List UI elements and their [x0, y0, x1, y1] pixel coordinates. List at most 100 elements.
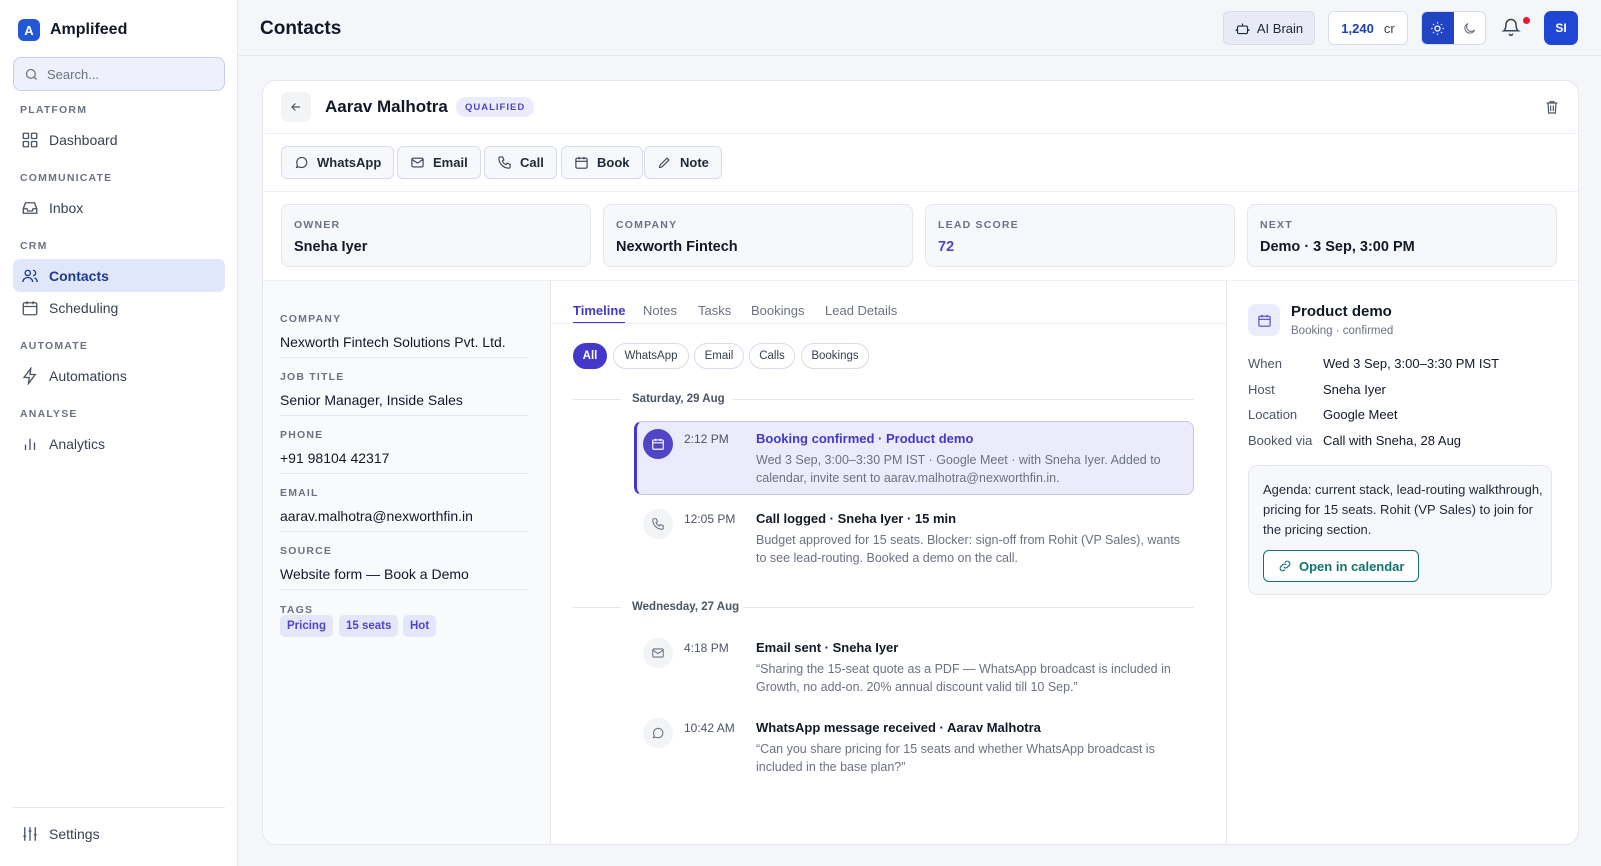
- tag[interactable]: 15 seats: [339, 615, 399, 637]
- email-button[interactable]: Email: [397, 146, 481, 179]
- field-value: Senior Manager, Inside Sales: [280, 392, 463, 408]
- search-box[interactable]: [13, 57, 225, 91]
- search-input[interactable]: [47, 66, 207, 82]
- light-mode-button[interactable]: [1422, 12, 1454, 44]
- filter-email[interactable]: Email: [694, 343, 744, 369]
- stat-label: OWNER: [294, 219, 341, 231]
- field-value: Website form — Book a Demo: [280, 566, 469, 582]
- owner-stat: OWNER Sneha Iyer: [281, 204, 591, 267]
- divider: [263, 133, 1578, 134]
- sidebar-item-dashboard[interactable]: Dashboard: [13, 123, 225, 156]
- credits-unit: cr: [1383, 20, 1395, 36]
- divider: [280, 589, 528, 590]
- call-button[interactable]: Call: [484, 146, 557, 179]
- event-title: Email sent · Sneha Iyer: [756, 640, 899, 655]
- page-title: Contacts: [260, 18, 342, 39]
- search-icon: [24, 67, 39, 82]
- note-button[interactable]: Note: [644, 146, 722, 179]
- theme-toggle[interactable]: [1421, 11, 1486, 45]
- sidebar-item-analytics[interactable]: Analytics: [13, 427, 225, 460]
- booking-icon: [1248, 304, 1280, 336]
- field-label: JOB TITLE: [280, 371, 345, 383]
- notification-badge: [1523, 17, 1530, 24]
- filter-calls[interactable]: Calls: [749, 343, 795, 369]
- section-analyse: ANALYSE: [20, 408, 78, 420]
- dark-mode-button[interactable]: [1454, 12, 1486, 44]
- sidebar-item-settings[interactable]: Settings: [13, 817, 225, 850]
- lead-score-stat: LEAD SCORE 72: [925, 204, 1235, 267]
- field-email: EMAIL aarav.malhotra@nexworthfin.in: [280, 487, 528, 524]
- section-communicate: COMMUNICATE: [20, 172, 113, 184]
- sidebar-item-automations[interactable]: Automations: [13, 359, 225, 392]
- tab-timeline[interactable]: Timeline: [573, 303, 626, 318]
- divider: [280, 473, 528, 474]
- sun-icon: [1430, 21, 1445, 36]
- field-job-title: JOB TITLE Senior Manager, Inside Sales: [280, 371, 528, 408]
- trash-icon[interactable]: [1544, 99, 1560, 115]
- tag[interactable]: Hot: [403, 615, 437, 637]
- brand[interactable]: A Amplifeed: [18, 19, 127, 41]
- book-button[interactable]: Book: [561, 146, 643, 179]
- event-title: Booking confirmed · Product demo: [756, 431, 974, 446]
- field-value[interactable]: aarav.malhotra@nexworthfin.in: [280, 508, 528, 524]
- detail-key: Host: [1248, 382, 1275, 397]
- detail-value: Call with Sneha, 28 Aug: [1323, 433, 1462, 448]
- sidebar-item-scheduling[interactable]: Scheduling: [13, 291, 225, 324]
- credits-value: 1,240: [1341, 20, 1374, 36]
- filter-whatsapp[interactable]: WhatsApp: [613, 343, 689, 369]
- timeline-panel: Timeline Notes Tasks Bookings Lead Detai…: [551, 281, 1226, 844]
- field-value[interactable]: +91 98104 42317: [280, 450, 528, 466]
- tab-bookings[interactable]: Bookings: [751, 303, 804, 318]
- agenda-box: Agenda: current stack, lead-routing walk…: [1248, 465, 1552, 595]
- chat-icon: [651, 726, 665, 740]
- topbar: Contacts AI Brain 1,240 cr SI: [238, 0, 1601, 56]
- section-automate: AUTOMATE: [20, 340, 89, 352]
- event-body: “Can you share pricing for 15 seats and …: [756, 742, 1155, 774]
- avatar[interactable]: SI: [1544, 11, 1578, 45]
- detail-value: Wed 3 Sep, 3:00–3:30 PM IST: [1323, 356, 1500, 371]
- tab-lead-details[interactable]: Lead Details: [825, 303, 897, 318]
- sidebar-item-label: Settings: [49, 825, 100, 842]
- bar-chart-icon: [21, 435, 39, 453]
- back-button[interactable]: [281, 92, 311, 122]
- robot-icon: [1235, 21, 1250, 36]
- tab-notes[interactable]: Notes: [643, 303, 677, 318]
- day-header: Saturday, 29 Aug: [632, 393, 725, 405]
- divider: [573, 399, 621, 400]
- stat-value: 72: [938, 239, 955, 255]
- sidebar-item-contacts[interactable]: Contacts: [13, 259, 225, 292]
- calendar-icon: [21, 299, 39, 317]
- sliders-icon: [21, 825, 39, 843]
- stat-label: NEXT: [1260, 219, 1293, 231]
- open-calendar-button[interactable]: Open in calendar: [1263, 550, 1420, 582]
- action-label: Email: [433, 155, 468, 170]
- ai-brain-button[interactable]: AI Brain: [1223, 11, 1315, 45]
- detail-key: Location: [1248, 407, 1298, 422]
- event-icon: [643, 429, 673, 459]
- booking-panel: Product demo Booking · confirmed When We…: [1226, 281, 1578, 844]
- event-icon: [643, 509, 673, 539]
- field-label: EMAIL: [280, 487, 319, 499]
- filter-bookings[interactable]: Bookings: [801, 343, 869, 369]
- sidebar: A Amplifeed PLATFORM Dashboard COMMUNICA…: [0, 0, 238, 866]
- event-icon: [643, 638, 673, 668]
- event-title: Call logged · Sneha Iyer · 15 min: [756, 511, 957, 526]
- divider: [13, 807, 225, 808]
- credits-display[interactable]: 1,240 cr: [1328, 11, 1408, 45]
- divider: [551, 323, 1226, 324]
- tag[interactable]: Pricing: [280, 615, 333, 637]
- whatsapp-button[interactable]: WhatsApp: [281, 146, 395, 179]
- tab-tasks[interactable]: Tasks: [698, 303, 731, 318]
- sidebar-item-label: Scheduling: [49, 299, 119, 316]
- sidebar-item-inbox[interactable]: Inbox: [13, 191, 225, 224]
- stat-value: Demo · 3 Sep, 3:00 PM: [1260, 239, 1415, 255]
- company-stat: COMPANY Nexworth Fintech: [603, 204, 913, 267]
- divider: [280, 531, 528, 532]
- arrow-left-icon: [289, 100, 303, 114]
- stat-value: Nexworth Fintech: [616, 239, 738, 255]
- filter-all[interactable]: All: [573, 343, 607, 369]
- stat-value: Sneha Iyer: [294, 239, 368, 255]
- event-time: 4:18 PM: [684, 641, 729, 655]
- sidebar-item-label: Inbox: [49, 199, 84, 216]
- bell-icon[interactable]: [1501, 17, 1521, 37]
